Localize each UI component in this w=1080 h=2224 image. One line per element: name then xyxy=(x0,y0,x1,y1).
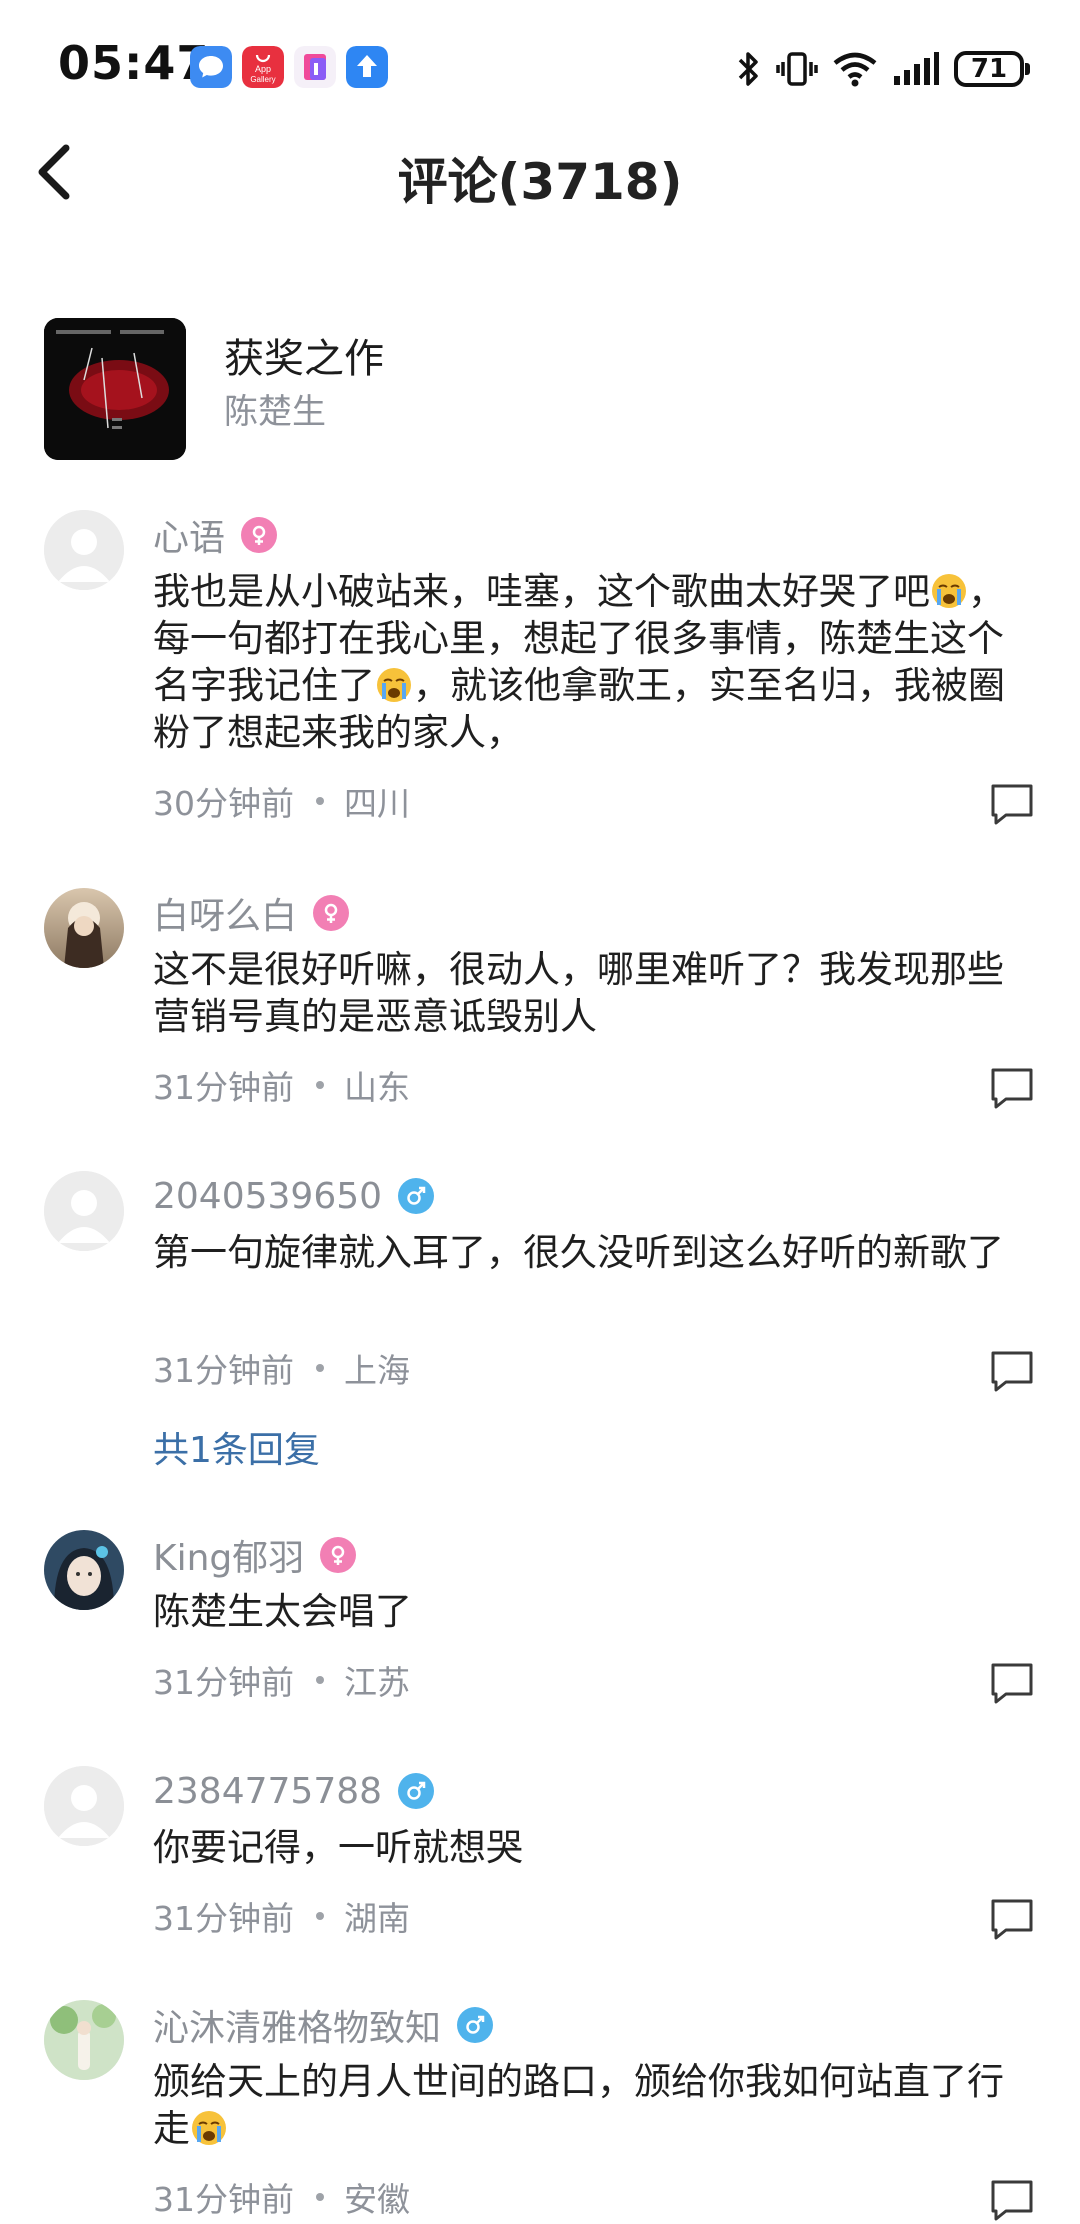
comment-location: 四川 xyxy=(344,784,410,823)
comment-location: 安徽 xyxy=(344,2180,410,2219)
avatar[interactable] xyxy=(44,1171,124,1251)
male-icon xyxy=(398,1178,435,1214)
comment-meta: 31分钟前 山东 xyxy=(153,1062,410,1108)
comment-location: 江苏 xyxy=(344,1663,410,1702)
status-bar: 05:47 App Gallery 71 xyxy=(0,0,1080,140)
app-gallery-icon: App Gallery xyxy=(242,46,284,88)
reply-comment-icon[interactable] xyxy=(988,2176,1036,2224)
song-artist[interactable]: 陈楚生 xyxy=(224,384,326,433)
header: 评论(3718) xyxy=(0,120,1080,226)
battery-indicator: 71 xyxy=(954,51,1030,87)
female-icon xyxy=(313,895,350,931)
separator-dot xyxy=(316,1676,324,1684)
view-replies-link[interactable]: 共1条回复 xyxy=(153,1421,320,1473)
crying-face-emoji-icon xyxy=(932,574,966,608)
crying-face-emoji-icon xyxy=(192,2111,226,2145)
update-app-icon xyxy=(346,46,388,88)
reply-comment-icon[interactable] xyxy=(988,1659,1036,1707)
username-row: 心语 xyxy=(153,509,278,561)
avatar[interactable] xyxy=(44,1530,124,1610)
comment-text: 我也是从小破站来，哇塞，这个歌曲太好哭了吧 ，每一句都打在我心里，想起了很多事情，… xyxy=(153,568,1033,756)
username[interactable]: 沁沐清雅格物致知 xyxy=(153,1999,441,2051)
comment-meta: 31分钟前 湖南 xyxy=(153,1893,410,1939)
comment-meta: 30分钟前 四川 xyxy=(153,778,410,824)
female-icon xyxy=(241,517,278,553)
reply-comment-icon[interactable] xyxy=(988,780,1036,828)
comment-text: 颁给天上的月人世间的路口，颁给你我如何站直了行走 xyxy=(153,2058,1033,2152)
wifi-icon xyxy=(833,52,877,87)
comment-time: 30分钟前 xyxy=(153,784,294,823)
comment-meta: 31分钟前 安徽 xyxy=(153,2174,410,2220)
avatar[interactable] xyxy=(44,510,124,590)
page-title: 评论(3718) xyxy=(397,153,683,211)
comment-text-part: 颁给天上的月人世间的路口，颁给你我如何站直了行走 xyxy=(153,2060,1004,2150)
separator-dot xyxy=(316,1081,324,1089)
status-time: 05:47 xyxy=(58,36,210,90)
app-gallery-label-2: Gallery xyxy=(250,75,275,84)
separator-dot xyxy=(316,2193,324,2201)
comment-text: 第一句旋律就入耳了，很久没听到这么好听的新歌了 xyxy=(153,1231,1004,1274)
reply-comment-icon[interactable] xyxy=(988,1347,1036,1395)
username-row: 白呀么白 xyxy=(153,887,350,939)
app-gallery-label-1: App xyxy=(255,64,271,74)
comment-time: 31分钟前 xyxy=(153,1068,294,1107)
comment-text-part: 我也是从小破站来，哇塞，这个歌曲太好哭了吧 xyxy=(153,570,930,613)
gallery-app-icon xyxy=(294,46,336,88)
separator-dot xyxy=(316,797,324,805)
comment-time: 31分钟前 xyxy=(153,2180,294,2219)
comment-time: 31分钟前 xyxy=(153,1351,294,1390)
vibrate-icon xyxy=(776,52,818,86)
comment-meta: 31分钟前 江苏 xyxy=(153,1657,410,1703)
avatar[interactable] xyxy=(44,2000,124,2080)
reply-comment-icon[interactable] xyxy=(988,1064,1036,1112)
status-indicators: 71 xyxy=(736,46,1030,92)
username[interactable]: 2384775788 xyxy=(153,1771,382,1812)
battery-level: 71 xyxy=(970,54,1008,84)
signal-icon xyxy=(894,52,939,85)
album-cover[interactable] xyxy=(44,318,186,460)
male-icon xyxy=(457,2007,494,2043)
username-row: 沁沐清雅格物致知 xyxy=(153,1999,494,2051)
username-row: King郁羽 xyxy=(153,1529,357,1581)
separator-dot xyxy=(316,1912,324,1920)
comment-location: 上海 xyxy=(344,1351,410,1390)
separator-dot xyxy=(316,1364,324,1372)
song-card[interactable]: 获奖之作 陈楚生 xyxy=(44,318,1034,464)
comment-text: 这不是很好听嘛，很动人，哪里难听了？我发现那些营销号真的是恶意诋毁别人 xyxy=(153,948,1004,1038)
message-app-icon xyxy=(190,46,232,88)
avatar[interactable] xyxy=(44,1766,124,1846)
song-title: 获奖之作 xyxy=(224,336,384,382)
username[interactable]: King郁羽 xyxy=(153,1529,304,1581)
comment-text: 你要记得，一听就想哭 xyxy=(153,1826,523,1869)
username[interactable]: 白呀么白 xyxy=(153,887,297,939)
username-row: 2040539650 xyxy=(153,1171,435,1221)
crying-face-emoji-icon xyxy=(377,668,411,702)
comment-location: 湖南 xyxy=(344,1899,410,1938)
male-icon xyxy=(398,1773,435,1809)
bluetooth-icon xyxy=(738,52,758,86)
comment-location: 山东 xyxy=(344,1068,410,1107)
comment-meta: 31分钟前 上海 xyxy=(153,1345,410,1391)
username-row: 2384775788 xyxy=(153,1766,435,1816)
reply-comment-icon[interactable] xyxy=(988,1895,1036,1943)
username[interactable]: 心语 xyxy=(153,509,225,561)
comment-text: 陈楚生太会唱了 xyxy=(153,1590,412,1633)
comment-time: 31分钟前 xyxy=(153,1663,294,1702)
comment-time: 31分钟前 xyxy=(153,1899,294,1938)
username[interactable]: 2040539650 xyxy=(153,1176,382,1217)
avatar[interactable] xyxy=(44,888,124,968)
female-icon xyxy=(320,1537,357,1573)
